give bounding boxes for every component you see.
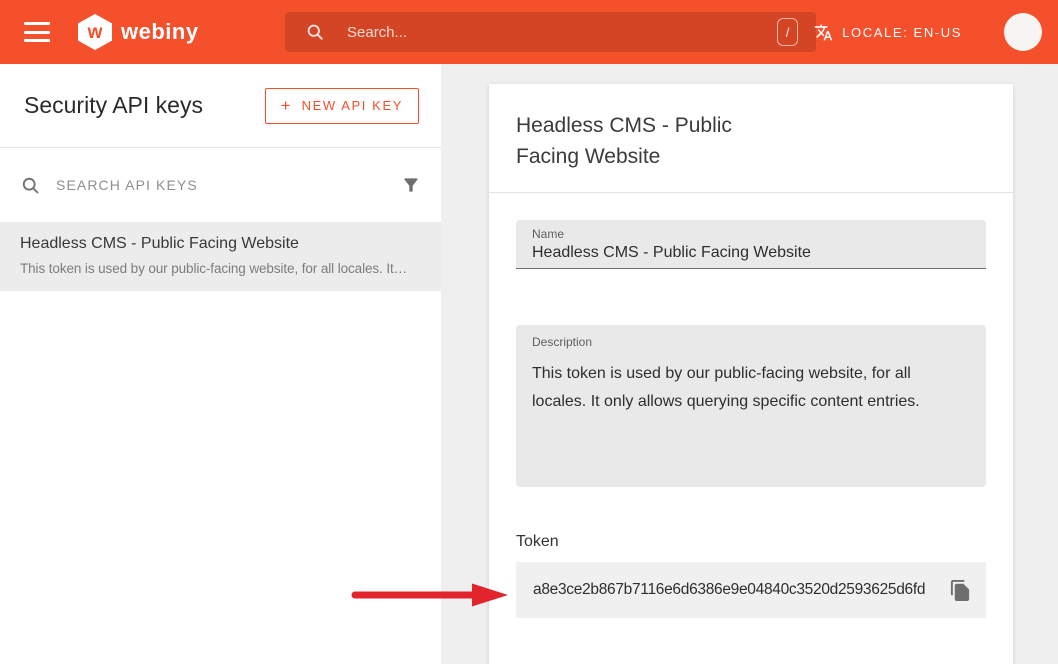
detail-title: Headless CMS - Public Facing Website: [489, 84, 789, 172]
description-field[interactable]: Description This token is used by our pu…: [516, 325, 986, 487]
list-item-description: This token is used by our public-facing …: [20, 261, 421, 276]
search-shortcut-badge: /: [777, 18, 798, 46]
top-bar-right: LOCALE: EN-US: [814, 0, 1058, 64]
copy-token-button[interactable]: [949, 579, 972, 602]
filter-icon[interactable]: [401, 175, 421, 195]
logo-letter: w: [88, 23, 103, 42]
top-bar: w webiny / LOCALE: EN-US: [0, 0, 1058, 64]
main-layout: Security API keys + NEW API KEY Headless…: [0, 64, 1058, 664]
name-field-label: Name: [532, 227, 970, 241]
api-key-form: Name Headless CMS - Public Facing Websit…: [489, 220, 1013, 618]
logo-wordmark: webiny: [121, 19, 199, 45]
copy-icon: [949, 579, 972, 602]
new-api-key-button[interactable]: + NEW API KEY: [265, 88, 419, 124]
name-field[interactable]: Name Headless CMS - Public Facing Websit…: [516, 220, 986, 269]
token-value: a8e3ce2b867b7116e6d6386e9e04840c3520d259…: [533, 581, 925, 599]
plus-icon: +: [281, 96, 291, 116]
webiny-hexagon-icon: w: [78, 14, 112, 50]
panel-header: Security API keys + NEW API KEY: [0, 64, 441, 148]
webiny-logo[interactable]: w webiny: [78, 14, 199, 50]
token-box: a8e3ce2b867b7116e6d6386e9e04840c3520d259…: [516, 562, 986, 618]
locale-label: LOCALE: EN-US: [842, 25, 962, 40]
list-item-title: Headless CMS - Public Facing Website: [20, 235, 421, 253]
search-icon: [20, 175, 41, 196]
api-key-list-item[interactable]: Headless CMS - Public Facing Website Thi…: [0, 222, 441, 291]
token-section-label: Token: [516, 533, 986, 551]
card-divider: [489, 192, 1013, 193]
global-search-bar[interactable]: /: [285, 12, 816, 52]
name-field-value: Headless CMS - Public Facing Website: [532, 244, 970, 262]
hamburger-menu-icon[interactable]: [24, 22, 50, 42]
description-field-label: Description: [532, 335, 970, 349]
detail-area: Headless CMS - Public Facing Website Nam…: [441, 64, 1058, 664]
api-keys-search-input[interactable]: [56, 177, 401, 193]
locale-selector[interactable]: LOCALE: EN-US: [814, 23, 962, 42]
api-keys-panel: Security API keys + NEW API KEY Headless…: [0, 64, 441, 664]
api-key-detail-card: Headless CMS - Public Facing Website Nam…: [489, 84, 1013, 664]
api-keys-search-row: [0, 148, 441, 222]
page-title: Security API keys: [24, 92, 203, 119]
user-avatar[interactable]: [1004, 13, 1042, 51]
translate-icon: [814, 23, 833, 42]
description-field-value: This token is used by our public-facing …: [532, 360, 970, 416]
global-search-input[interactable]: [347, 24, 777, 41]
new-api-key-label: NEW API KEY: [302, 98, 403, 113]
search-icon: [305, 22, 325, 42]
